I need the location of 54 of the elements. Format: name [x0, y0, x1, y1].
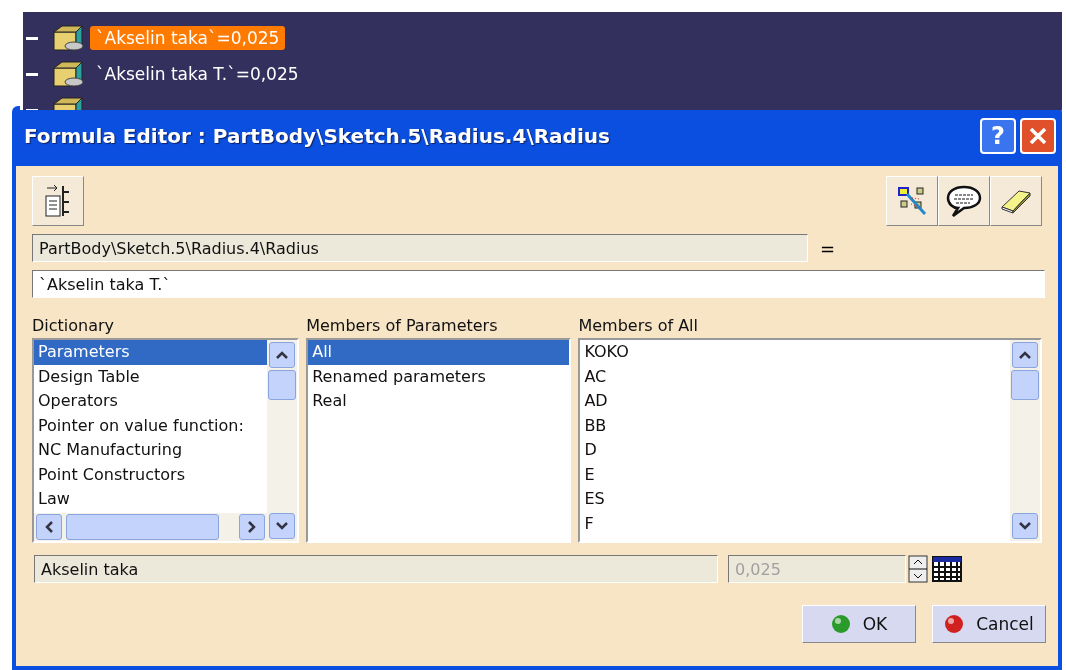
scroll-right-button[interactable]: [239, 514, 266, 540]
help-button[interactable]: ?: [980, 118, 1016, 154]
list-item[interactable]: AC: [580, 364, 1010, 389]
eraser-icon: [999, 187, 1033, 215]
formula-input[interactable]: `Akselin taka T.`: [32, 270, 1045, 298]
list-label: Dictionary: [32, 316, 116, 337]
list-item[interactable]: Design Table: [34, 364, 268, 389]
window-title: Formula Editor : PartBody\Sketch.5\Radius.4\Radius: [24, 124, 610, 148]
list-item[interactable]: Pointer on value function:: [34, 413, 268, 438]
parameter-icon: [52, 60, 86, 88]
equals-sign: =: [820, 237, 836, 259]
list-label: Members of All: [578, 316, 699, 337]
scroll-up-button[interactable]: [1012, 342, 1038, 368]
list-item[interactable]: Law: [34, 487, 268, 512]
scroll-down-button[interactable]: [1012, 513, 1038, 539]
scroll-left-button[interactable]: [36, 514, 62, 540]
list-item[interactable]: D: [580, 438, 1010, 463]
ok-button[interactable]: OK: [802, 605, 916, 643]
spinner-icon[interactable]: [908, 555, 928, 583]
list-item[interactable]: Real: [308, 389, 570, 414]
list-item[interactable]: Operators: [34, 389, 268, 414]
parameter-icon: [52, 24, 86, 52]
list-item[interactable]: Parameters: [34, 340, 268, 365]
selected-parameter-field: Akselin taka: [34, 555, 718, 583]
tree-item[interactable]: `Akselin taka T.`=0,025: [90, 62, 305, 86]
list-label: Members of Parameters: [306, 316, 499, 337]
list-item[interactable]: ES: [580, 487, 1010, 512]
dot-icon: [944, 614, 965, 634]
close-icon: [1028, 126, 1048, 146]
hierarchy-tool-button[interactable]: [32, 176, 84, 226]
speech-bubble-button[interactable]: [938, 176, 990, 226]
speech-bubble-icon: [945, 184, 983, 218]
parameter-path-field: PartBody\Sketch.5\Radius.4\Radius: [32, 234, 808, 262]
scroll-up-button[interactable]: [269, 342, 296, 368]
scroll-thumb[interactable]: [1011, 370, 1039, 400]
scroll-thumb[interactable]: [66, 514, 220, 540]
list-item[interactable]: Renamed parameters: [308, 364, 570, 389]
dot-icon: [830, 614, 851, 634]
list-item[interactable]: AD: [580, 389, 1010, 414]
select-tool-button[interactable]: [886, 176, 938, 226]
list-item[interactable]: BB: [580, 413, 1010, 438]
list-item[interactable]: F: [580, 511, 1010, 536]
list-item[interactable]: Point Constructors: [34, 462, 268, 487]
close-button[interactable]: [1020, 118, 1056, 154]
cancel-button[interactable]: Cancel: [932, 605, 1046, 643]
scroll-thumb[interactable]: [268, 370, 297, 400]
scroll-down-button[interactable]: [269, 513, 296, 539]
eraser-button[interactable]: [990, 176, 1042, 226]
list-item[interactable]: E: [580, 462, 1010, 487]
list-item[interactable]: KOKO: [580, 340, 1010, 365]
node-graph-icon: [895, 184, 929, 218]
list-item[interactable]: All: [308, 340, 570, 365]
list-item[interactable]: NC Manufacturing: [34, 438, 268, 463]
grid-icon[interactable]: [932, 556, 962, 582]
